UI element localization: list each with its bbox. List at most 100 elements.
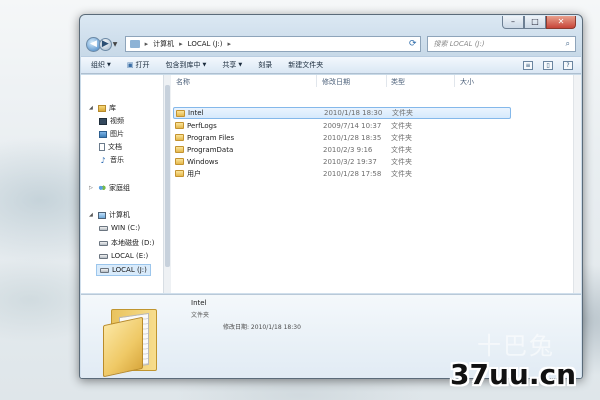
nav-label: 文档 — [108, 143, 122, 151]
details-item-type: 文件夹 — [191, 312, 210, 319]
nav-item-music[interactable]: ♪ 音乐 — [99, 155, 124, 165]
nav-item-drive-j[interactable]: LOCAL (J:) — [96, 264, 151, 276]
caption-buttons: – □ ✕ — [502, 16, 576, 29]
drive-icon — [99, 253, 108, 259]
refresh-icon[interactable]: ⟳ — [409, 39, 417, 49]
drive-icon — [99, 225, 108, 231]
nav-label: WIN (C:) — [111, 224, 141, 232]
nav-item-pictures[interactable]: 图片 — [99, 129, 124, 139]
include-in-library-button[interactable]: 包含到库中 ▼ — [165, 60, 206, 70]
nav-item-drive-d[interactable]: 本地磁盘 (D:) — [99, 238, 154, 248]
document-icon — [99, 143, 105, 151]
nav-item-computer[interactable]: ◢ 计算机 — [89, 210, 130, 220]
details-item-modified: 修改日期: 2010/1/18 18:30 — [223, 324, 301, 331]
file-list-scrollbar[interactable] — [573, 75, 581, 293]
recent-pages-dropdown[interactable]: ▼ — [113, 41, 121, 48]
nav-item-documents[interactable]: 文档 — [99, 142, 122, 152]
nav-item-video[interactable]: 视频 — [99, 116, 124, 126]
folder-icon — [176, 110, 185, 117]
maximize-button[interactable]: □ — [524, 16, 546, 29]
library-icon — [98, 104, 106, 112]
nav-scrollbar[interactable] — [163, 75, 171, 293]
column-divider[interactable] — [386, 75, 387, 87]
nav-label: 本地磁盘 (D:) — [111, 239, 155, 247]
file-row[interactable]: PerfLogs 2009/7/14 10:37 文件夹 — [173, 120, 511, 132]
folder-icon — [175, 170, 184, 177]
breadcrumb-computer[interactable]: 计算机 — [153, 39, 174, 49]
nav-item-drive-e[interactable]: LOCAL (E:) — [99, 252, 148, 260]
help-icon[interactable]: ? — [563, 60, 573, 70]
homegroup-icon — [98, 184, 106, 192]
main-content: ◢ 库 视频 图片 文档 ♪ 音乐 ▷ 家庭组 ◢ 计算机 WIN (C:) 本… — [81, 75, 581, 293]
organize-button[interactable]: 组织 ▼ — [91, 60, 111, 70]
file-row[interactable]: ProgramData 2010/2/3 9:16 文件夹 — [173, 144, 511, 156]
open-label: 打开 — [135, 61, 150, 69]
open-icon: ▣ — [126, 61, 134, 69]
file-type: 文件夹 — [391, 146, 412, 154]
column-header-name[interactable]: 名称 — [176, 77, 190, 87]
folder-icon — [175, 158, 184, 165]
file-row[interactable]: 用户 2010/1/28 17:58 文件夹 — [173, 168, 511, 180]
details-item-name: Intel — [191, 299, 207, 307]
nav-label: 库 — [109, 104, 116, 112]
search-input[interactable]: 搜索 LOCAL (J:) ⌕ — [427, 36, 576, 52]
breadcrumb-separator: ▸ — [144, 40, 149, 48]
new-folder-label: 新建文件夹 — [288, 61, 324, 69]
file-row[interactable]: Intel 2010/1/18 18:30 文件夹 — [173, 107, 511, 119]
nav-item-library[interactable]: ◢ 库 — [89, 103, 116, 113]
nav-label: LOCAL (E:) — [111, 252, 149, 260]
chevron-down-icon: ▼ — [107, 62, 111, 68]
file-row[interactable]: Windows 2010/3/2 19:37 文件夹 — [173, 156, 511, 168]
include-in-library-label: 包含到库中 — [165, 61, 201, 69]
column-header-size[interactable]: 大小 — [460, 77, 474, 87]
file-name: Program Files — [187, 134, 235, 142]
nav-label: 家庭组 — [109, 184, 130, 192]
explorer-window: – □ ✕ ◀ ▶ ▼ ▸ 计算机 ▸ LOCAL (J:) ▸ ⟳ 搜索 LO… — [79, 14, 583, 379]
breadcrumb-separator: ▸ — [179, 40, 183, 48]
nav-label: 计算机 — [109, 211, 130, 219]
large-folder-icon — [103, 301, 157, 378]
address-row: ◀ ▶ ▼ ▸ 计算机 ▸ LOCAL (J:) ▸ ⟳ 搜索 LOCAL (J… — [86, 35, 576, 53]
column-header-type[interactable]: 类型 — [391, 77, 405, 87]
drive-icon — [100, 267, 109, 273]
close-button[interactable]: ✕ — [546, 16, 576, 29]
column-divider[interactable] — [316, 75, 317, 87]
column-divider[interactable] — [454, 75, 455, 87]
pictures-icon — [99, 130, 107, 138]
nav-label: 视频 — [110, 117, 124, 125]
nav-scrollbar-thumb[interactable] — [165, 85, 170, 267]
file-modified: 2010/1/28 18:35 — [323, 134, 382, 142]
preview-pane-icon[interactable]: ▯ — [543, 60, 553, 70]
file-row[interactable]: Program Files 2010/1/28 18:35 文件夹 — [173, 132, 511, 144]
breadcrumb-local-j[interactable]: LOCAL (J:) — [188, 40, 223, 48]
folder-icon — [175, 122, 184, 129]
file-list: 名称 修改日期 类型 大小 Intel 2010/1/18 18:30 文件夹 … — [172, 75, 581, 293]
minimize-button[interactable]: – — [502, 16, 524, 29]
chevron-down-icon: ▼ — [202, 62, 207, 68]
nav-item-homegroup[interactable]: ▷ 家庭组 — [89, 183, 130, 193]
nav-item-drive-c[interactable]: WIN (C:) — [99, 224, 140, 232]
file-name: 用户 — [187, 170, 201, 178]
breadcrumb-separator: ▸ — [227, 40, 232, 48]
file-modified: 2010/1/28 17:58 — [323, 170, 382, 178]
open-button[interactable]: ▣ 打开 — [127, 60, 150, 70]
column-header-modified[interactable]: 修改日期 — [322, 77, 350, 87]
command-bar: 组织 ▼ ▣ 打开 包含到库中 ▼ 共享 ▼ 刻录 新建文件夹 ≡ ▯ ? — [81, 56, 581, 74]
arrow-left-icon: ◀ — [89, 39, 97, 49]
computer-icon — [98, 211, 106, 219]
file-type: 文件夹 — [391, 122, 412, 130]
new-folder-button[interactable]: 新建文件夹 — [288, 60, 323, 70]
file-type: 文件夹 — [391, 134, 412, 142]
file-modified: 2010/2/3 9:16 — [323, 146, 373, 154]
navigation-pane: ◢ 库 视频 图片 文档 ♪ 音乐 ▷ 家庭组 ◢ 计算机 WIN (C:) 本… — [81, 75, 171, 293]
view-options-icon[interactable]: ≡ — [523, 60, 533, 70]
share-button[interactable]: 共享 ▼ — [222, 60, 242, 70]
collapse-triangle-icon: ◢ — [89, 212, 93, 218]
address-bar[interactable]: ▸ 计算机 ▸ LOCAL (J:) ▸ ⟳ — [124, 36, 422, 52]
arrow-right-icon: ▶ — [101, 39, 109, 49]
file-type: 文件夹 — [391, 158, 412, 166]
collapse-triangle-icon: ◢ — [89, 105, 93, 111]
burn-button[interactable]: 刻录 — [258, 60, 272, 70]
file-modified: 2010/1/18 18:30 — [324, 109, 383, 117]
forward-button[interactable]: ▶ — [98, 37, 112, 51]
